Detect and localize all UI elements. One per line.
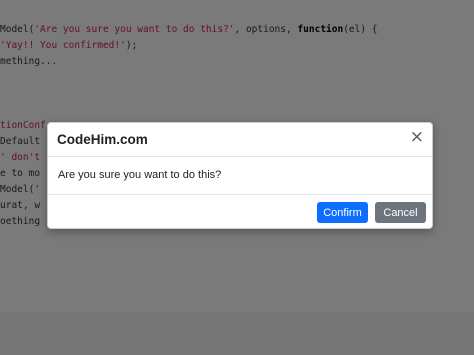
modal-message: Are you sure you want to do this? — [58, 169, 222, 181]
modal-header: CodeHim.com × — [48, 123, 432, 157]
modal-body: Are you sure you want to do this? — [48, 157, 432, 195]
confirm-modal: CodeHim.com × Are you sure you want to d… — [47, 122, 433, 229]
close-icon[interactable]: × — [410, 127, 424, 147]
modal-footer: Confirm Cancel — [48, 195, 432, 228]
modal-title: CodeHim.com — [57, 132, 148, 147]
cancel-button[interactable]: Cancel — [375, 202, 426, 223]
page: Model('Are you sure you want to do this?… — [0, 0, 474, 355]
confirm-button[interactable]: Confirm — [317, 202, 368, 223]
